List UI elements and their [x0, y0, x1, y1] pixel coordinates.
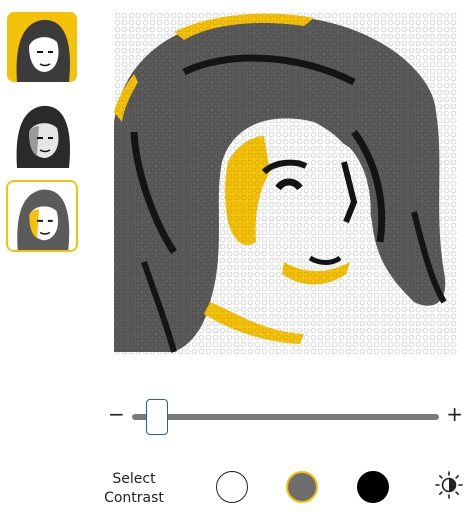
- contrast-white-swatch[interactable]: [216, 471, 248, 503]
- slider-track[interactable]: [132, 414, 439, 420]
- brick-mosaic-portrait-image: [114, 12, 457, 355]
- mosaic-preview: [114, 12, 457, 355]
- thumbnail-gray-yellow[interactable]: [6, 180, 78, 252]
- select-contrast-label: Select Contrast: [104, 471, 164, 506]
- contrast-slider: − +: [108, 398, 463, 438]
- slider-handle[interactable]: [145, 399, 168, 435]
- thumbnail-yellow[interactable]: [7, 12, 77, 82]
- brightness-icon[interactable]: [434, 470, 464, 500]
- portrait-thumbnail-grayscale-image: [7, 98, 77, 168]
- portrait-thumbnail-yellow-image: [7, 12, 77, 82]
- slider-decrease-button[interactable]: −: [108, 404, 125, 424]
- contrast-selector: Select Contrast: [0, 466, 473, 512]
- contrast-gray-swatch[interactable]: [286, 471, 318, 503]
- thumbnail-grayscale[interactable]: [7, 98, 77, 168]
- slider-increase-button[interactable]: +: [446, 404, 463, 424]
- portrait-thumbnail-gray-yellow-image: [8, 182, 76, 250]
- contrast-black-swatch[interactable]: [357, 471, 389, 503]
